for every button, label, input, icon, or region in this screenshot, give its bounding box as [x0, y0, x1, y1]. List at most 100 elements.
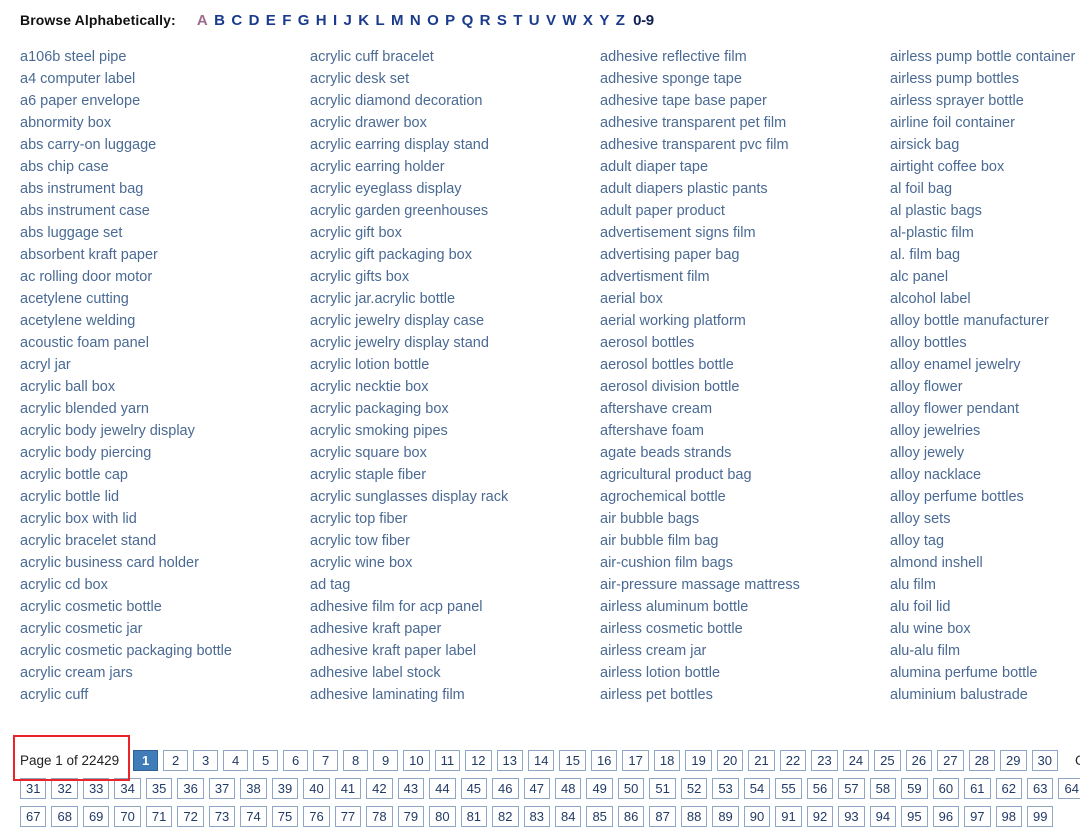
keyword-link[interactable]: airless sprayer bottle — [890, 90, 1080, 112]
keyword-link[interactable]: adult diapers plastic pants — [600, 178, 890, 200]
keyword-link[interactable]: aftershave foam — [600, 420, 890, 442]
page-link-57[interactable]: 57 — [838, 778, 865, 799]
keyword-link[interactable]: adhesive tape base paper — [600, 90, 890, 112]
keyword-link[interactable]: airline foil container — [890, 112, 1080, 134]
keyword-link[interactable]: a6 paper envelope — [20, 90, 310, 112]
alphabet-link-m[interactable]: M — [388, 12, 407, 29]
page-link-61[interactable]: 61 — [964, 778, 991, 799]
keyword-link[interactable]: acrylic ball box — [20, 376, 310, 398]
keyword-link[interactable]: al. film bag — [890, 244, 1080, 266]
keyword-link[interactable]: abs luggage set — [20, 222, 310, 244]
keyword-link[interactable]: acrylic wine box — [310, 552, 600, 574]
keyword-link[interactable]: abnormity box — [20, 112, 310, 134]
keyword-link[interactable]: alu film — [890, 574, 1080, 596]
keyword-link[interactable]: acrylic box with lid — [20, 508, 310, 530]
keyword-link[interactable]: adhesive transparent pvc film — [600, 134, 890, 156]
page-link-90[interactable]: 90 — [743, 806, 771, 827]
page-link-9[interactable]: 9 — [373, 750, 399, 771]
keyword-link[interactable]: acrylic body piercing — [20, 442, 310, 464]
keyword-link[interactable]: alloy jewelries — [890, 420, 1080, 442]
keyword-link[interactable]: acrylic gifts box — [310, 266, 600, 288]
page-link-60[interactable]: 60 — [932, 778, 960, 799]
page-link-98[interactable]: 98 — [995, 806, 1022, 827]
page-link-97[interactable]: 97 — [964, 806, 991, 827]
page-link-24[interactable]: 24 — [842, 750, 870, 771]
keyword-link[interactable]: airless cosmetic bottle — [600, 618, 890, 640]
keyword-link[interactable]: acetylene welding — [20, 310, 310, 332]
alphabet-link-v[interactable]: V — [543, 12, 559, 29]
page-link-43[interactable]: 43 — [397, 778, 425, 799]
keyword-link[interactable]: air-pressure massage mattress — [600, 574, 890, 596]
page-link-87[interactable]: 87 — [649, 806, 676, 827]
alphabet-link-g[interactable]: G — [295, 12, 313, 29]
page-link-74[interactable]: 74 — [240, 806, 267, 827]
page-link-78[interactable]: 78 — [366, 806, 393, 827]
keyword-link[interactable]: alloy flower — [890, 376, 1080, 398]
keyword-link[interactable]: acrylic cream jars — [20, 662, 310, 684]
page-link-48[interactable]: 48 — [554, 778, 582, 799]
alphabet-link-s[interactable]: S — [494, 12, 510, 29]
page-link-38[interactable]: 38 — [240, 778, 267, 799]
page-link-56[interactable]: 56 — [806, 778, 834, 799]
alphabet-link-n[interactable]: N — [407, 12, 424, 29]
keyword-link[interactable]: aerial box — [600, 288, 890, 310]
page-link-17[interactable]: 17 — [622, 750, 649, 771]
keyword-link[interactable]: abs chip case — [20, 156, 310, 178]
page-link-81[interactable]: 81 — [460, 806, 488, 827]
keyword-link[interactable]: adhesive transparent pet film — [600, 112, 890, 134]
page-link-14[interactable]: 14 — [528, 750, 555, 771]
page-link-85[interactable]: 85 — [586, 806, 613, 827]
keyword-link[interactable]: acrylic cosmetic packaging bottle — [20, 640, 310, 662]
page-link-46[interactable]: 46 — [492, 778, 519, 799]
keyword-link[interactable]: acetylene cutting — [20, 288, 310, 310]
keyword-link[interactable]: acrylic necktie box — [310, 376, 600, 398]
keyword-link[interactable]: alloy tag — [890, 530, 1080, 552]
keyword-link[interactable]: adhesive sponge tape — [600, 68, 890, 90]
keyword-link[interactable]: airtight coffee box — [890, 156, 1080, 178]
keyword-link[interactable]: alloy sets — [890, 508, 1080, 530]
keyword-link[interactable]: almond inshell — [890, 552, 1080, 574]
keyword-link[interactable]: absorbent kraft paper — [20, 244, 310, 266]
keyword-link[interactable]: agate beads strands — [600, 442, 890, 464]
page-link-67[interactable]: 67 — [20, 806, 47, 827]
page-link-41[interactable]: 41 — [334, 778, 362, 799]
keyword-link[interactable]: abs carry-on luggage — [20, 134, 310, 156]
page-link-21[interactable]: 21 — [748, 750, 775, 771]
page-link-6[interactable]: 6 — [283, 750, 309, 771]
keyword-link[interactable]: airless cream jar — [600, 640, 890, 662]
page-link-26[interactable]: 26 — [905, 750, 933, 771]
page-link-82[interactable]: 82 — [492, 806, 519, 827]
keyword-link[interactable]: advertisement signs film — [600, 222, 890, 244]
page-link-31[interactable]: 31 — [20, 778, 47, 799]
page-link-44[interactable]: 44 — [429, 778, 456, 799]
page-link-27[interactable]: 27 — [937, 750, 964, 771]
keyword-link[interactable]: air bubble bags — [600, 508, 890, 530]
alphabet-link-q[interactable]: Q — [458, 12, 476, 29]
keyword-link[interactable]: acrylic lotion bottle — [310, 354, 600, 376]
keyword-link[interactable]: alloy bottles — [890, 332, 1080, 354]
page-link-4[interactable]: 4 — [223, 750, 249, 771]
keyword-link[interactable]: aluminium balustrade — [890, 684, 1080, 706]
alphabet-link-h[interactable]: H — [313, 12, 330, 29]
keyword-link[interactable]: air-cushion film bags — [600, 552, 890, 574]
page-link-30[interactable]: 30 — [1031, 750, 1058, 771]
keyword-link[interactable]: aerial working platform — [600, 310, 890, 332]
keyword-link[interactable]: alloy nacklace — [890, 464, 1080, 486]
keyword-link[interactable]: acrylic bottle cap — [20, 464, 310, 486]
keyword-link[interactable]: adhesive label stock — [310, 662, 600, 684]
keyword-link[interactable]: adhesive laminating film — [310, 684, 600, 706]
keyword-link[interactable]: acrylic cuff bracelet — [310, 46, 600, 68]
alphabet-link-y[interactable]: Y — [596, 12, 612, 29]
page-link-52[interactable]: 52 — [680, 778, 708, 799]
page-link-8[interactable]: 8 — [343, 750, 369, 771]
keyword-link[interactable]: al foil bag — [890, 178, 1080, 200]
keyword-link[interactable]: acrylic desk set — [310, 68, 600, 90]
keyword-link[interactable]: alu wine box — [890, 618, 1080, 640]
keyword-link[interactable]: agricultural product bag — [600, 464, 890, 486]
keyword-link[interactable]: acrylic drawer box — [310, 112, 600, 134]
keyword-link[interactable]: al plastic bags — [890, 200, 1080, 222]
page-link-20[interactable]: 20 — [716, 750, 744, 771]
page-link-10[interactable]: 10 — [403, 750, 430, 771]
alphabet-link-w[interactable]: W — [559, 12, 580, 29]
keyword-link[interactable]: acrylic blended yarn — [20, 398, 310, 420]
